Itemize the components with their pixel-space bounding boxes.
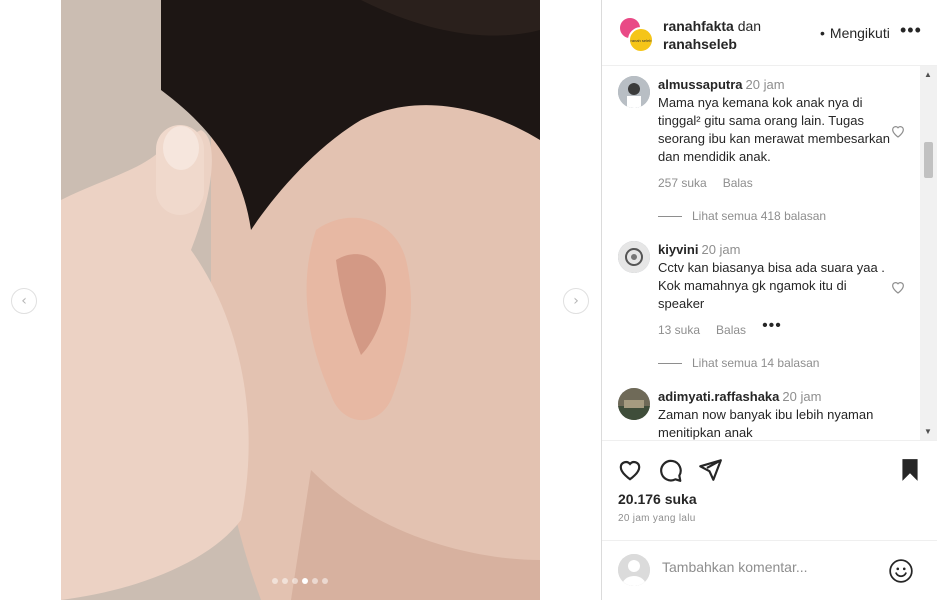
comment-body: almussaputra 20 jam Mama nya kemana kok a… — [658, 76, 894, 166]
avatar — [618, 554, 650, 586]
author-username[interactable]: ranahfakta — [663, 18, 734, 34]
comments-list[interactable]: almussaputra 20 jam Mama nya kemana kok a… — [602, 66, 937, 440]
comment-meta: 257 suka Balas — [658, 176, 753, 190]
scroll-down-icon[interactable]: ▼ — [924, 427, 932, 436]
comment-likes[interactable]: 13 suka — [658, 323, 700, 337]
carousel-next-button[interactable]: › — [563, 288, 589, 314]
chevron-right-icon: › — [573, 293, 579, 309]
carousel-dot — [272, 578, 278, 584]
author-avatars[interactable]: ranah seleb — [618, 16, 654, 53]
comment-input[interactable] — [662, 559, 862, 575]
following-button[interactable]: • Mengikuti — [820, 25, 890, 41]
comment-text: Mama nya kemana kok anak nya di tinggal²… — [658, 95, 890, 164]
post-side-panel: ranah seleb ranahfakta dan ranahseleb • M… — [601, 0, 937, 600]
view-replies-label: Lihat semua 14 balasan — [692, 356, 820, 370]
comment-time[interactable]: 20 jam — [701, 242, 740, 257]
photo-illustration — [61, 0, 540, 600]
comment-meta: 13 suka Balas ••• — [658, 317, 782, 337]
carousel-indicator — [272, 578, 328, 584]
bullet-separator: • — [820, 25, 825, 41]
carousel-dot — [282, 578, 288, 584]
comment-time[interactable]: 20 jam — [782, 389, 821, 404]
comment-more-icon[interactable]: ••• — [762, 317, 782, 337]
avatar[interactable] — [618, 388, 650, 420]
comment-icon[interactable] — [657, 457, 683, 483]
media-pane: ‹ › — [0, 0, 601, 600]
reply-button[interactable]: Balas — [716, 323, 746, 337]
avatar[interactable] — [618, 241, 650, 273]
comment-username[interactable]: kiyvini — [658, 242, 698, 257]
scroll-up-icon[interactable]: ▲ — [924, 70, 932, 79]
like-heart-icon[interactable] — [617, 457, 643, 483]
heart-icon[interactable] — [890, 279, 906, 295]
comment-text: Zaman now banyak ibu lebih nyaman meniti… — [658, 407, 874, 440]
view-replies-label: Lihat semua 418 balasan — [692, 209, 827, 223]
carousel-prev-button[interactable]: ‹ — [11, 288, 37, 314]
more-icon: ••• — [900, 20, 922, 40]
avatar[interactable]: ranah seleb — [628, 27, 654, 53]
post-timestamp[interactable]: 20 jam yang lalu — [618, 513, 696, 524]
view-replies-button[interactable]: Lihat semua 418 balasan — [658, 209, 826, 223]
post-header: ranah seleb ranahfakta dan ranahseleb • M… — [602, 0, 937, 66]
post-photo[interactable] — [61, 0, 540, 600]
comment-time[interactable]: 20 jam — [746, 77, 785, 92]
more-options-button[interactable]: ••• — [900, 20, 922, 41]
comment-body: adimyati.raffashaka 20 jam Zaman now bany… — [658, 388, 894, 440]
carousel-dot — [292, 578, 298, 584]
comment-username[interactable]: adimyati.raffashaka — [658, 389, 779, 404]
following-label: Mengikuti — [829, 25, 890, 41]
replies-divider — [658, 362, 682, 364]
avatar-logo-text: ranah seleb — [630, 37, 652, 43]
author-names: ranahfakta dan ranahseleb — [663, 17, 761, 53]
author-joiner: dan — [737, 18, 762, 34]
avatar[interactable] — [618, 76, 650, 108]
comment-text: Cctv kan biasanya bisa ada suara yaa . K… — [658, 260, 885, 311]
likes-count[interactable]: 20.176 suka — [618, 491, 697, 507]
carousel-dot — [312, 578, 318, 584]
comment-username[interactable]: almussaputra — [658, 77, 743, 92]
saved-bookmark-icon[interactable] — [897, 457, 923, 483]
comment-likes[interactable]: 257 suka — [658, 176, 707, 190]
post-actions: 20.176 suka 20 jam yang lalu — [602, 440, 937, 540]
emoji-icon[interactable] — [888, 558, 914, 584]
replies-divider — [658, 215, 682, 217]
scrollbar-thumb[interactable] — [924, 142, 933, 178]
chevron-left-icon: ‹ — [21, 293, 27, 309]
comment-body: kiyvini 20 jam Cctv kan biasanya bisa ada… — [658, 241, 894, 313]
view-replies-button[interactable]: Lihat semua 14 balasan — [658, 356, 819, 370]
add-comment-bar — [602, 540, 937, 600]
coauthor-username[interactable]: ranahseleb — [663, 36, 737, 52]
reply-button[interactable]: Balas — [723, 176, 753, 190]
carousel-dot — [302, 578, 308, 584]
comments-scrollbar[interactable]: ▲ ▼ — [920, 66, 937, 440]
heart-icon[interactable] — [890, 123, 906, 139]
share-send-icon[interactable] — [697, 457, 723, 483]
carousel-dot — [322, 578, 328, 584]
